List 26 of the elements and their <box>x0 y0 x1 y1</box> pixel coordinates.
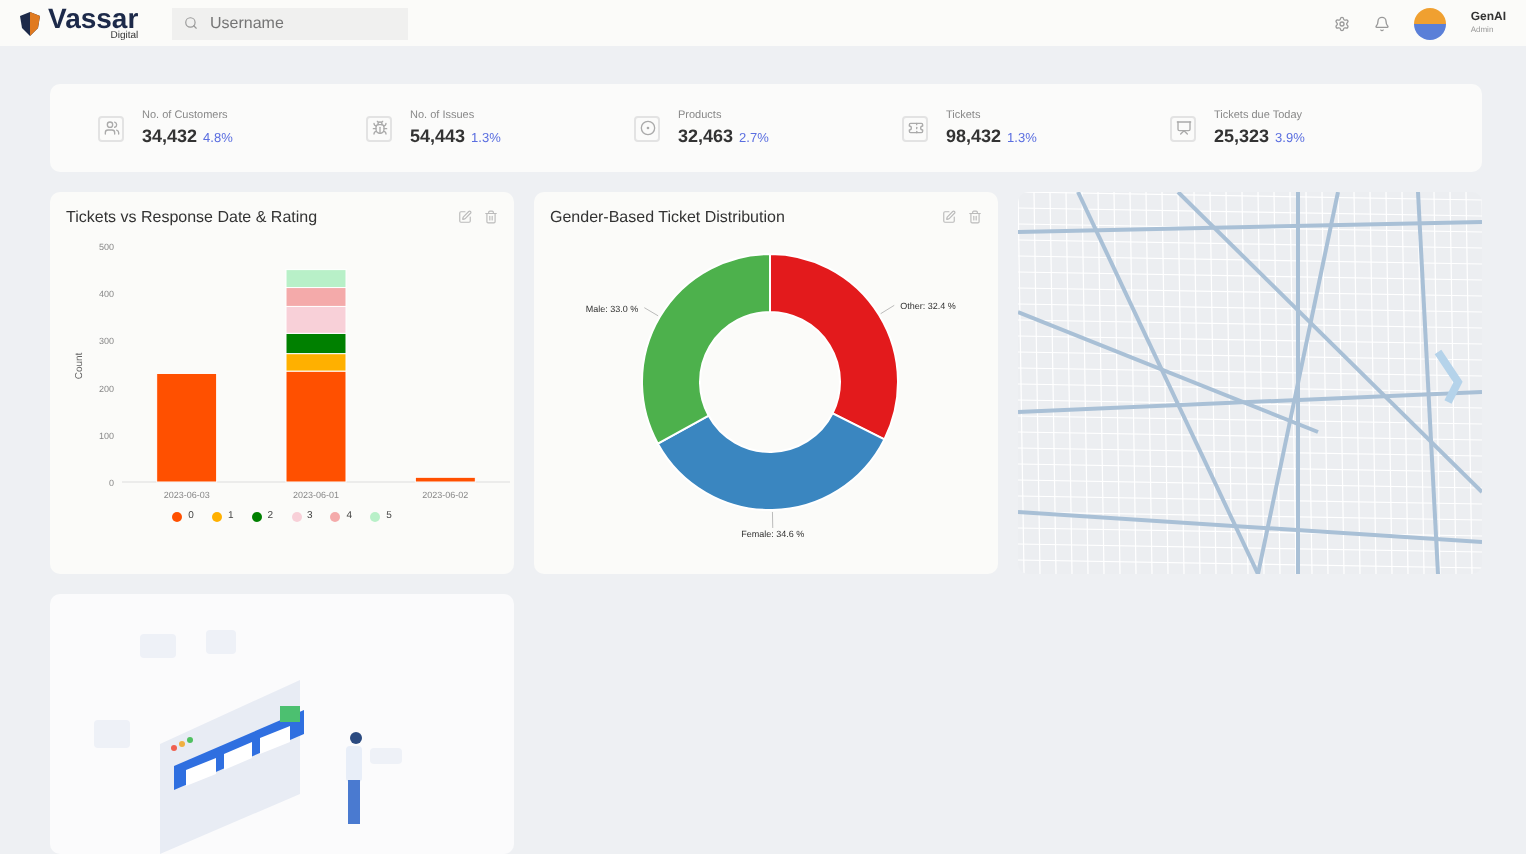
presentation-icon <box>1170 115 1196 141</box>
edit-icon[interactable] <box>942 210 956 224</box>
settings-icon[interactable] <box>1334 15 1351 31</box>
stat-value: 98,432 <box>946 126 1002 146</box>
shield-logo-icon <box>20 11 40 35</box>
delete-icon[interactable] <box>484 210 498 224</box>
card-title: Tickets vs Response Date & Rating <box>66 208 320 226</box>
card-title: Gender-Based Ticket Distribution <box>550 208 787 226</box>
avatar[interactable] <box>1414 7 1447 39</box>
brand-name: Vassar <box>48 4 139 32</box>
bug-icon <box>366 115 392 141</box>
stat-value: 32,463 <box>678 126 734 146</box>
stat-value: 25,323 <box>1214 126 1270 146</box>
ticket-icon <box>902 115 928 141</box>
target-icon <box>634 115 660 141</box>
leader-line <box>880 304 895 315</box>
people-icon <box>98 115 124 141</box>
stat-value: 54,443 <box>410 126 466 146</box>
leader-line <box>643 307 659 317</box>
stat-value: 34,432 <box>142 126 198 146</box>
search-field[interactable]: Username <box>172 7 408 39</box>
search-icon <box>184 15 198 29</box>
leader-line <box>771 511 774 529</box>
delete-icon[interactable] <box>968 210 982 224</box>
bell-icon[interactable] <box>1374 15 1391 31</box>
edit-icon[interactable] <box>458 210 472 224</box>
